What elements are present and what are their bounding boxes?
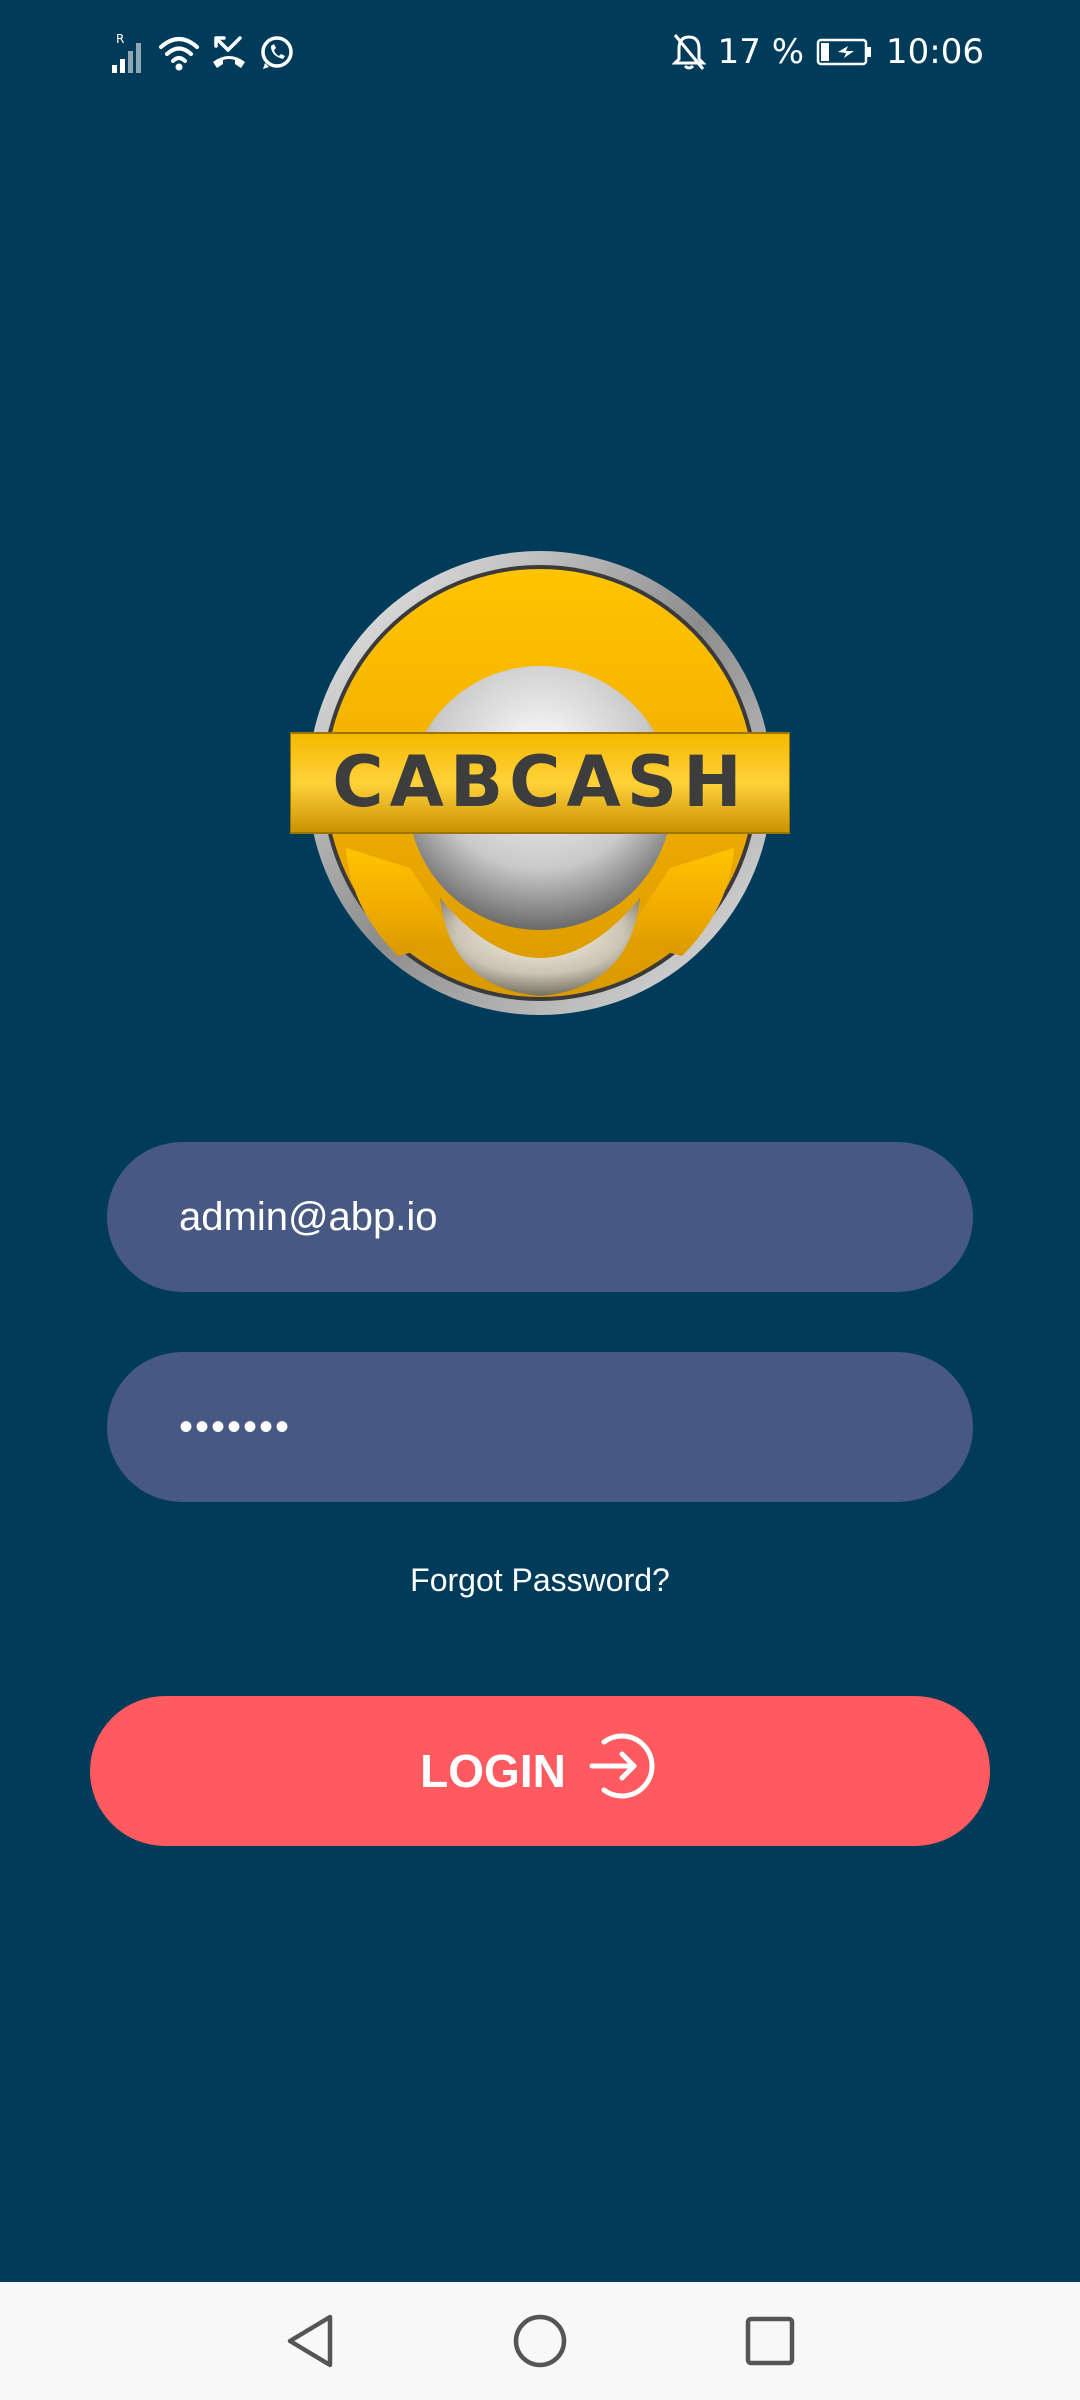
password-field[interactable]	[107, 1352, 973, 1502]
whatsapp-icon	[258, 34, 296, 72]
bell-off-icon	[671, 33, 706, 71]
password-input[interactable]	[179, 1404, 901, 1450]
signal-icon: R	[108, 31, 148, 75]
status-right-icons: 17 % 10:06	[671, 24, 984, 80]
back-icon[interactable]	[270, 2301, 350, 2381]
recents-icon[interactable]	[730, 2301, 810, 2381]
cabcash-logo: CABCASH	[289, 548, 791, 1018]
status-time: 10:06	[886, 32, 984, 72]
signal-tag: R	[116, 32, 124, 46]
arrow-right-circle-icon	[584, 1728, 660, 1815]
battery-charging-icon	[816, 37, 874, 67]
email-field[interactable]	[107, 1142, 973, 1292]
home-icon[interactable]	[500, 2301, 580, 2381]
email-input[interactable]	[179, 1194, 901, 1240]
status-left-icons: R	[108, 28, 296, 78]
navigation-bar	[0, 2282, 1080, 2400]
wifi-icon	[158, 33, 200, 73]
battery-percent: 17 %	[717, 32, 805, 72]
forgot-password-row: Forgot Password?	[0, 1562, 1080, 1599]
login-button[interactable]: LOGIN	[90, 1696, 990, 1846]
logo-text: CABCASH	[332, 741, 747, 823]
status-bar: R 17 % 10:06	[0, 0, 1080, 104]
missed-call-icon	[210, 34, 248, 72]
login-label: LOGIN	[420, 1745, 566, 1797]
forgot-password-link[interactable]: Forgot Password?	[410, 1562, 670, 1598]
